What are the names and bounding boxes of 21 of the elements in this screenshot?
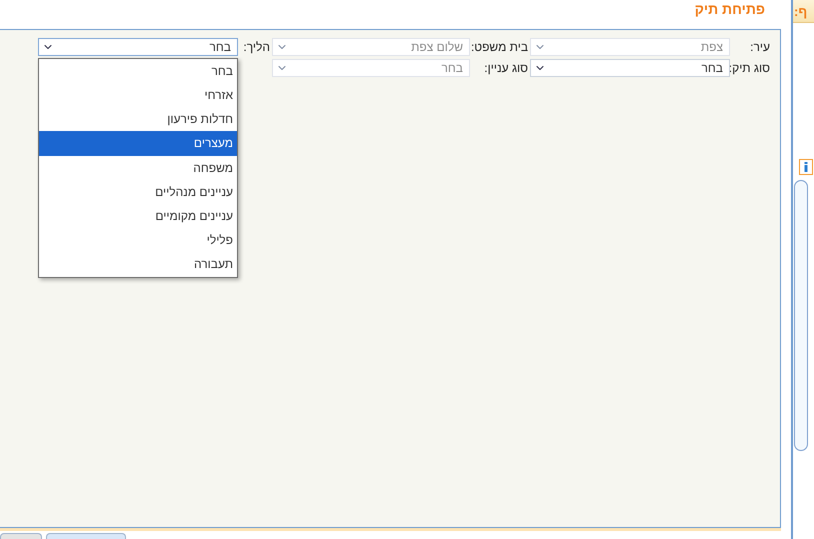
dropdown-option[interactable]: מעצרים: [39, 131, 237, 156]
dropdown-option[interactable]: תעבורה: [39, 252, 237, 277]
info-icon[interactable]: [799, 159, 813, 175]
dropdown-option[interactable]: חדלות פירעון: [39, 107, 237, 132]
field-label: עיר:: [749, 40, 770, 54]
tab[interactable]: [0, 533, 42, 539]
side-panel-title: ף:: [794, 4, 808, 18]
dropdown-option[interactable]: משפחה: [39, 156, 237, 180]
scrollbar[interactable]: [794, 180, 808, 451]
dropdown-option[interactable]: בחר: [39, 58, 237, 84]
dropdown-option[interactable]: אזרחי: [39, 83, 237, 108]
dropdown-option[interactable]: פלילי: [39, 228, 237, 252]
page-title: פתיחת תיק: [694, 1, 765, 17]
field-label: סוג תיק:: [732, 60, 770, 75]
dropdown-option[interactable]: עניינים מנהליים: [39, 180, 237, 204]
tab[interactable]: [46, 533, 126, 539]
field-label: הליך:: [242, 40, 270, 54]
field-label: בית משפט:: [472, 40, 528, 54]
field-label: סוג עניין:: [483, 60, 528, 75]
dropdown-option[interactable]: עניינים מקומיים: [39, 204, 237, 228]
dropdown-field[interactable]: בחר: [530, 58, 730, 77]
